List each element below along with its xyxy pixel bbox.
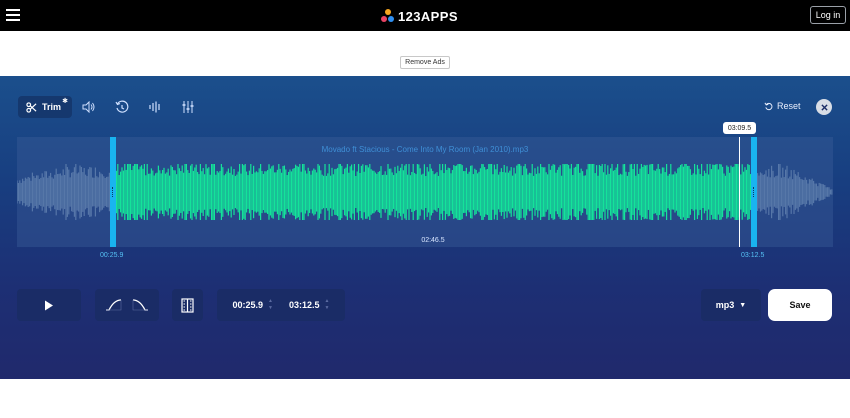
end-up-icon[interactable]: ▲ [325, 299, 330, 304]
hamburger-menu-icon[interactable] [6, 9, 20, 21]
reset-button[interactable]: Reset [764, 101, 801, 111]
equalizer-icon [148, 101, 160, 113]
tab-volume[interactable] [72, 96, 105, 118]
logo[interactable]: 123APPS [381, 8, 458, 24]
end-time-field[interactable]: 03:12.5 ▲ ▼ [289, 299, 329, 311]
tab-trim-label: Trim [42, 102, 62, 112]
logo-text: 123APPS [398, 8, 458, 24]
start-down-icon[interactable]: ▼ [268, 306, 273, 311]
start-time-field[interactable]: 00:25.9 ▲ ▼ [233, 299, 273, 311]
reset-label: Reset [777, 101, 801, 111]
sliders-icon [182, 101, 193, 113]
scissors-icon [26, 101, 37, 113]
tab-speed[interactable] [105, 96, 138, 118]
tool-tabs: Trim ✱ [18, 96, 204, 118]
selection-duration: 02:46.5 [421, 237, 445, 244]
save-button[interactable]: Save [768, 289, 832, 321]
play-icon [45, 300, 53, 310]
tab-trim[interactable]: Trim ✱ [18, 96, 72, 118]
page-bottom [0, 379, 850, 418]
end-down-icon[interactable]: ▼ [325, 306, 330, 311]
playhead-time: 03:09.5 [723, 122, 756, 134]
trim-start-time: 00:25.9 [100, 252, 124, 259]
speed-icon [114, 100, 128, 113]
format-value: mp3 [715, 300, 735, 310]
chevron-down-icon: ▼ [739, 301, 747, 309]
trim-end-time: 03:12.5 [741, 252, 765, 259]
top-bar: 123APPS Log in [0, 0, 850, 31]
time-inputs: 00:25.9 ▲ ▼ 03:12.5 ▲ ▼ [217, 289, 345, 321]
file-name: Movado ft Stacious - Come Into My Room (… [321, 145, 529, 154]
split-icon [181, 297, 194, 313]
logo-dots-icon [381, 9, 395, 23]
login-button[interactable]: Log in [810, 6, 846, 24]
playhead[interactable] [739, 137, 740, 247]
start-up-icon[interactable]: ▲ [268, 299, 273, 304]
audio-editor: Trim ✱ Reset Movado ft Stacious - Come I… [0, 76, 850, 379]
fade-in-icon[interactable] [105, 299, 122, 311]
trim-end-handle[interactable] [751, 137, 757, 247]
reset-icon [764, 102, 773, 110]
end-time-value[interactable]: 03:12.5 [289, 300, 320, 310]
tab-settings[interactable] [171, 96, 204, 118]
start-time-value[interactable]: 00:25.9 [233, 300, 264, 310]
fade-out-icon[interactable] [132, 299, 149, 311]
format-select[interactable]: mp3 ▼ [701, 289, 761, 321]
waveform-area[interactable]: Movado ft Stacious - Come Into My Room (… [17, 137, 833, 247]
close-button[interactable] [816, 99, 832, 115]
fade-controls [95, 289, 159, 321]
ad-strip [0, 31, 850, 76]
tab-equalizer[interactable] [138, 96, 171, 118]
remove-ads-button[interactable]: Remove Ads [400, 56, 450, 69]
play-button[interactable] [17, 289, 81, 321]
close-icon [820, 103, 828, 111]
star-icon: ✱ [62, 98, 68, 105]
split-button[interactable] [172, 289, 203, 321]
volume-icon [82, 101, 94, 113]
trim-start-handle[interactable] [110, 137, 116, 247]
